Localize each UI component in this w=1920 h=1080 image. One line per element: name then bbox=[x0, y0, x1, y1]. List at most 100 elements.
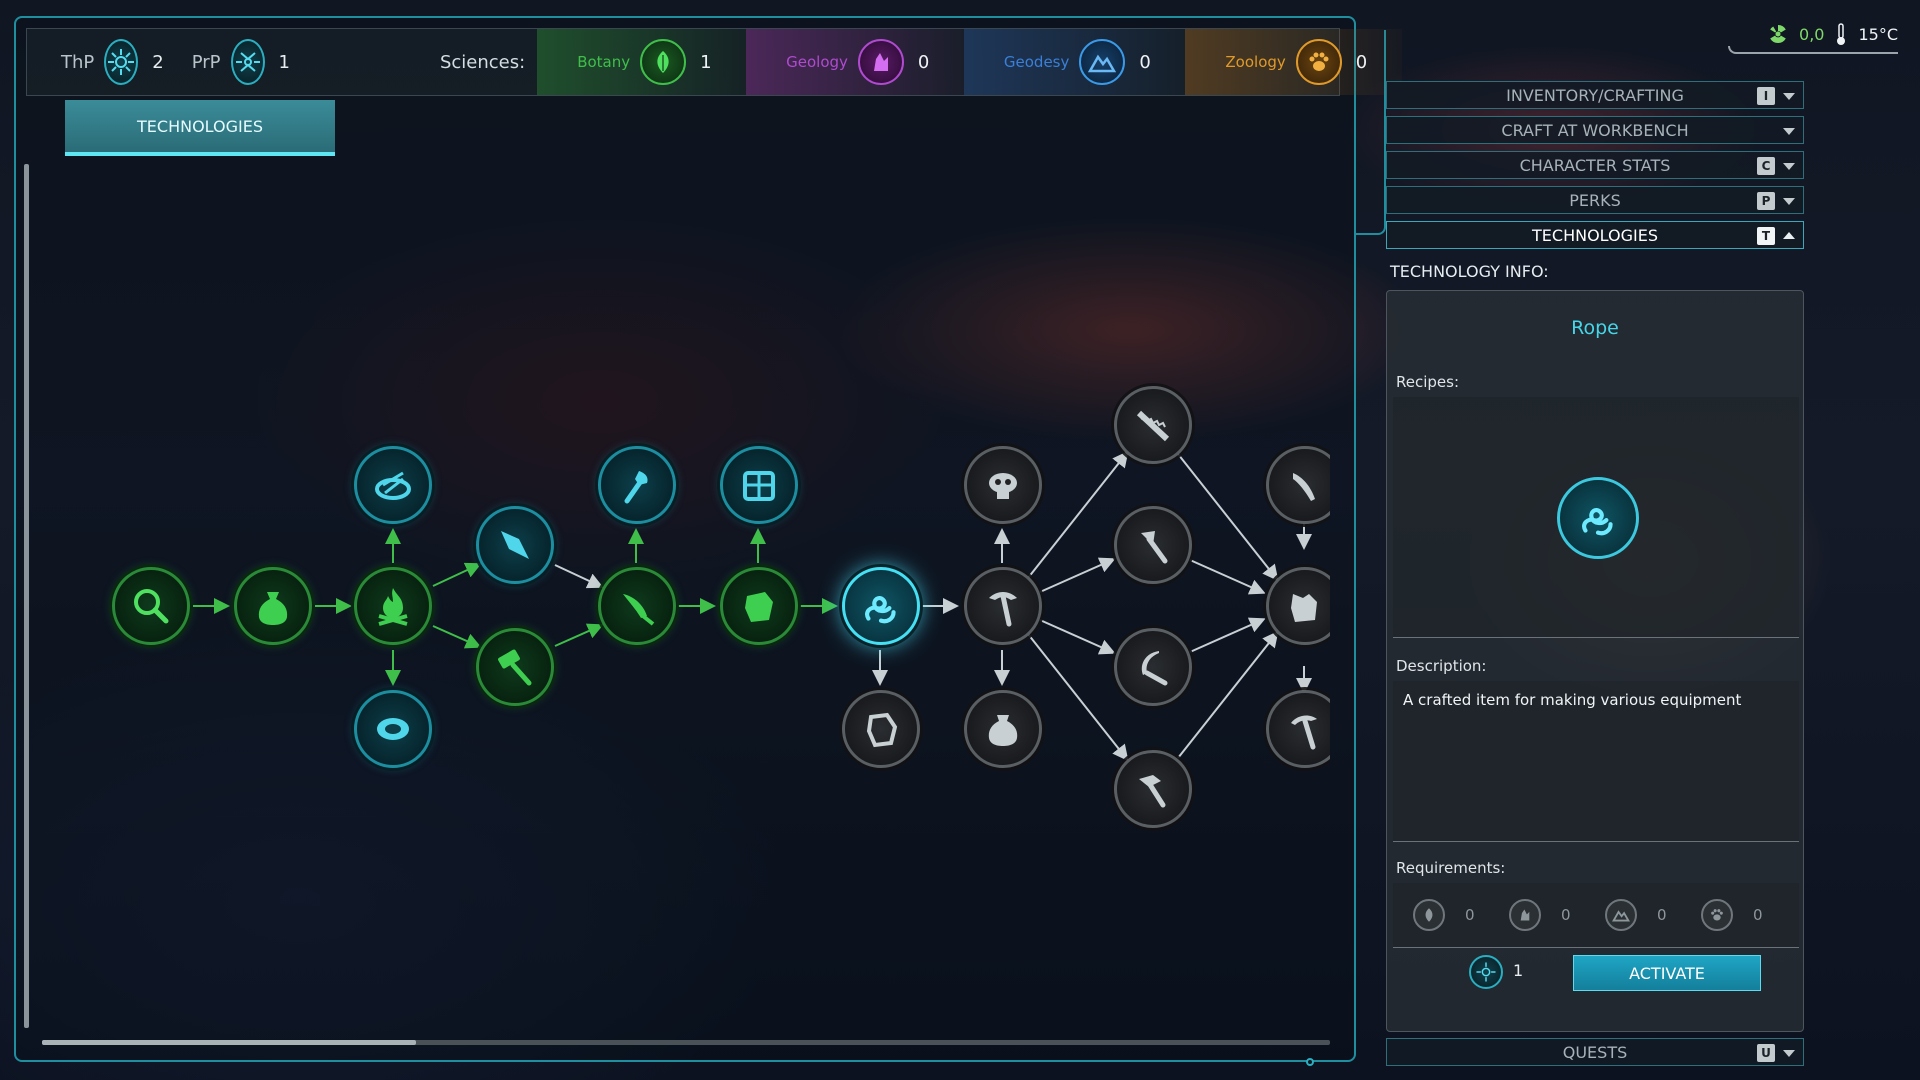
menu-character-stats[interactable]: CHARACTER STATS C bbox=[1386, 151, 1804, 179]
requirement-value: 0 bbox=[1657, 906, 1667, 924]
tech-node-nest[interactable] bbox=[354, 446, 432, 524]
tech-node-torch[interactable] bbox=[598, 446, 676, 524]
tech-node-stone[interactable] bbox=[842, 690, 920, 768]
science-geodesy: Geodesy 0 bbox=[963, 29, 1186, 95]
hotkey-badge: P bbox=[1757, 192, 1775, 210]
cost-value: 1 bbox=[1513, 961, 1524, 980]
menu-inventory-crafting[interactable]: INVENTORY/CRAFTING I bbox=[1386, 81, 1804, 109]
spearhead-icon bbox=[501, 531, 529, 559]
chevron-down-icon bbox=[1783, 1050, 1795, 1057]
perk-points-icon bbox=[230, 39, 265, 85]
sack-icon bbox=[258, 592, 288, 625]
requirement-geology: 0 bbox=[1489, 899, 1585, 931]
hotkey-badge: I bbox=[1757, 87, 1775, 105]
recipe-rope-icon[interactable] bbox=[1557, 477, 1639, 559]
tech-node-skull[interactable] bbox=[964, 446, 1042, 524]
divider bbox=[1393, 841, 1799, 842]
thp-label: ThP bbox=[61, 51, 95, 73]
science-name: Zoology bbox=[1225, 53, 1286, 71]
menu-label: INVENTORY/CRAFTING bbox=[1506, 85, 1684, 105]
divider bbox=[1393, 637, 1799, 638]
menu-craft-at-workbench[interactable]: CRAFT AT WORKBENCH bbox=[1386, 116, 1804, 144]
tech-node-rope[interactable] bbox=[842, 567, 920, 645]
paw-icon bbox=[1701, 899, 1733, 931]
pickaxe-icon bbox=[989, 592, 1017, 627]
tech-node-spear[interactable] bbox=[476, 506, 554, 584]
skull-icon bbox=[989, 473, 1017, 499]
tech-node-axe[interactable] bbox=[1114, 506, 1192, 584]
tech-node-sickle[interactable] bbox=[1114, 628, 1192, 706]
torch-icon bbox=[624, 471, 648, 504]
menu-label: TECHNOLOGIES bbox=[1532, 225, 1658, 245]
tech-node-saw[interactable] bbox=[1114, 386, 1192, 464]
chevron-down-icon bbox=[1783, 163, 1795, 170]
menu-perks[interactable]: PERKS P bbox=[1386, 186, 1804, 214]
chevron-up-icon bbox=[1783, 232, 1795, 239]
paw-icon bbox=[1295, 39, 1342, 85]
crystal-icon bbox=[857, 39, 904, 85]
meat-icon bbox=[377, 718, 409, 740]
rope-icon bbox=[865, 595, 896, 624]
vertical-scrollbar[interactable] bbox=[24, 164, 29, 1028]
points-bar: ThP 2 PrP 1 Sciences: Botany 1 Geology 0… bbox=[26, 28, 1402, 96]
status-bracket bbox=[1728, 46, 1898, 54]
hide-icon bbox=[745, 592, 773, 622]
science-value: 0 bbox=[1355, 51, 1368, 73]
bone-knife-icon bbox=[1293, 473, 1315, 501]
tech-node-meat[interactable] bbox=[354, 690, 432, 768]
menu-label: PERKS bbox=[1569, 190, 1621, 210]
stone-icon bbox=[866, 712, 898, 748]
science-name: Botany bbox=[577, 53, 631, 71]
tech-points-icon bbox=[1469, 955, 1503, 989]
blade-icon bbox=[623, 594, 655, 626]
leaf-icon bbox=[640, 39, 687, 85]
tech-node-campfire[interactable] bbox=[354, 567, 432, 645]
tech-node-research[interactable] bbox=[112, 567, 190, 645]
chevron-down-icon bbox=[1783, 198, 1795, 205]
pelt-icon bbox=[1291, 594, 1317, 622]
menu-label: CHARACTER STATS bbox=[1519, 155, 1671, 175]
menu-quests[interactable]: QUESTS U bbox=[1386, 1038, 1804, 1066]
tech-points-icon bbox=[104, 39, 139, 85]
technology-info-title: TECHNOLOGY INFO: bbox=[1390, 262, 1549, 281]
requirement-zoology: 0 bbox=[1681, 899, 1777, 931]
tech-node-pickaxe[interactable] bbox=[964, 567, 1042, 645]
sciences-label: Sciences: bbox=[439, 51, 526, 73]
nest-icon bbox=[375, 471, 411, 500]
science-value: 0 bbox=[917, 51, 930, 73]
thp-value: 2 bbox=[152, 51, 164, 73]
axe-icon bbox=[1141, 531, 1168, 564]
crystal-icon bbox=[1509, 899, 1541, 931]
mountain-icon bbox=[1605, 899, 1637, 931]
tech-node-sack[interactable] bbox=[234, 567, 312, 645]
activate-button[interactable]: ACTIVATE bbox=[1573, 955, 1761, 991]
pouch-icon bbox=[988, 715, 1018, 746]
thermometer-icon bbox=[1837, 23, 1846, 45]
menu-technologies[interactable]: TECHNOLOGIES T bbox=[1386, 221, 1804, 249]
menu-label: QUESTS bbox=[1562, 1042, 1628, 1062]
tech-node-pouch[interactable] bbox=[964, 690, 1042, 768]
horizontal-scrollbar-thumb[interactable] bbox=[42, 1040, 416, 1045]
tab-technologies[interactable]: TECHNOLOGIES bbox=[65, 100, 335, 156]
tech-node-stone-hammer[interactable] bbox=[1114, 750, 1192, 828]
science-value: 0 bbox=[1139, 51, 1151, 73]
chevron-down-icon bbox=[1783, 93, 1795, 100]
requirement-geodesy: 0 bbox=[1585, 899, 1681, 931]
tech-node-crate[interactable] bbox=[720, 446, 798, 524]
tech-node-blade[interactable] bbox=[598, 567, 676, 645]
description-text: A crafted item for making various equipm… bbox=[1403, 691, 1742, 709]
prp-label: PrP bbox=[191, 51, 221, 73]
pick-icon bbox=[1291, 715, 1317, 750]
magnifier-icon bbox=[134, 589, 169, 624]
saw-icon bbox=[1136, 410, 1170, 442]
campfire-icon bbox=[378, 588, 408, 626]
science-name: Geodesy bbox=[1003, 53, 1070, 71]
requirement-value: 0 bbox=[1561, 906, 1571, 924]
requirement-botany: 0 bbox=[1393, 899, 1489, 931]
tech-node-hide[interactable] bbox=[720, 567, 798, 645]
radiation-icon bbox=[1770, 24, 1786, 44]
science-geology: Geology 0 bbox=[746, 29, 964, 95]
prp-value: 1 bbox=[278, 51, 290, 73]
science-name: Geology bbox=[786, 53, 848, 71]
tech-node-hammer[interactable] bbox=[476, 628, 554, 706]
